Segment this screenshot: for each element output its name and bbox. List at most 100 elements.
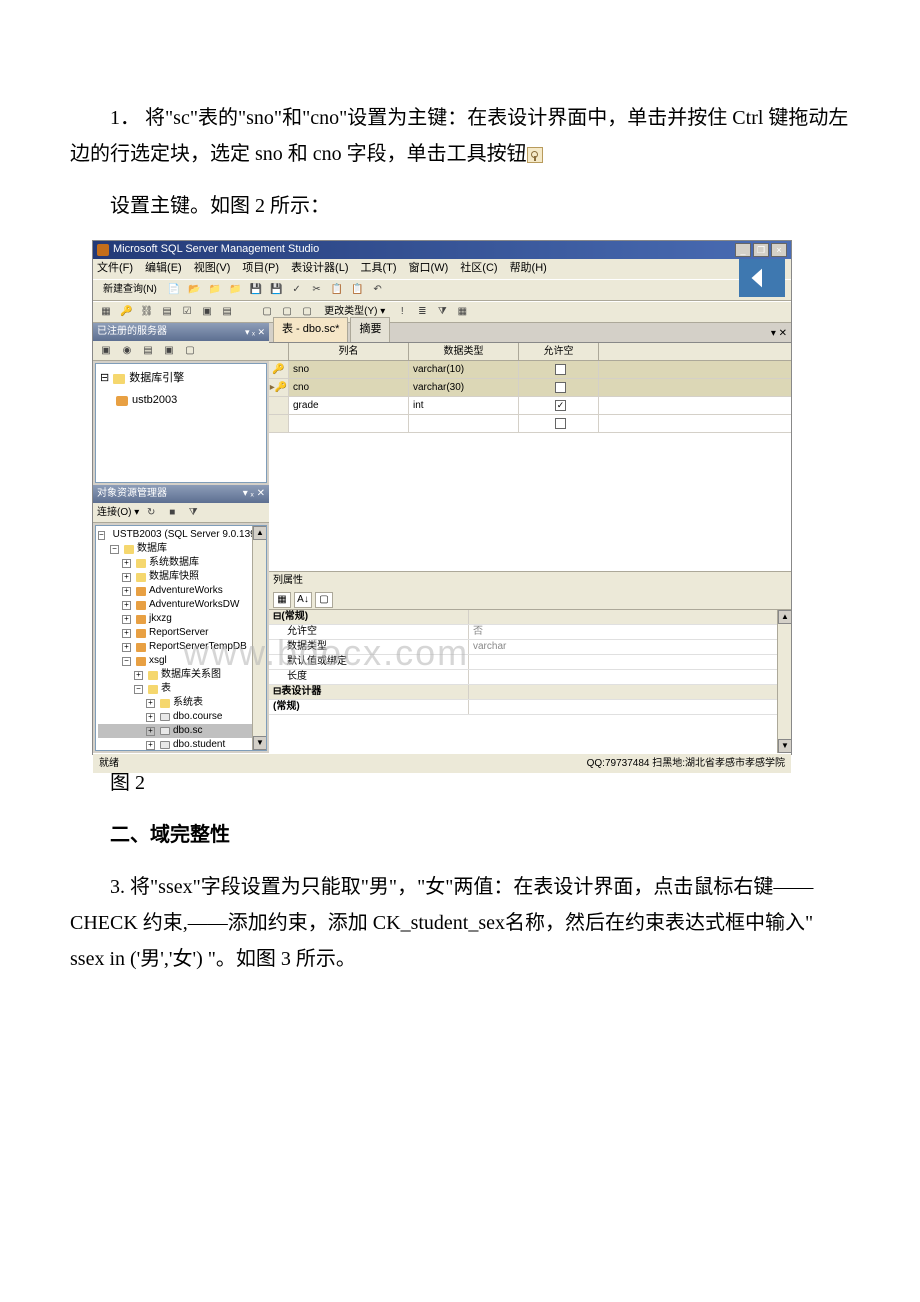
- copy-icon[interactable]: 📋: [328, 281, 346, 299]
- connect-bar: 连接(O) ▾ ↻ ■ ⧩: [93, 503, 269, 523]
- as-icon[interactable]: ◉: [118, 342, 136, 360]
- prop-general2: (常规): [269, 700, 791, 715]
- generate-icon[interactable]: ▦: [97, 303, 115, 321]
- tab-summary[interactable]: 摘要: [350, 317, 390, 342]
- tree-student[interactable]: +dbo.student: [98, 738, 264, 751]
- menu-table-designer[interactable]: 表设计器(L): [291, 259, 348, 279]
- fulltext-icon[interactable]: ▣: [198, 303, 216, 321]
- pin-icon[interactable]: ▾ ₓ ✕: [245, 324, 265, 340]
- pk-icon: 🔑: [272, 361, 284, 379]
- grid-row-empty[interactable]: [269, 415, 791, 433]
- close-button[interactable]: ×: [771, 243, 787, 257]
- null-checkbox[interactable]: [555, 382, 566, 393]
- prop-scrollbar[interactable]: ▲ ▼: [777, 610, 791, 753]
- folder2-icon[interactable]: 📁: [226, 281, 244, 299]
- print-icon[interactable]: ✓: [288, 281, 306, 299]
- tree-course[interactable]: +dbo.course: [98, 710, 264, 724]
- app-logo: [739, 259, 785, 297]
- grid-row-sno[interactable]: 🔑 sno varchar(10): [269, 361, 791, 379]
- tab-close-icon[interactable]: ▾ ✕: [771, 325, 787, 343]
- relationship-icon[interactable]: ⛓: [137, 303, 156, 321]
- tree-diagram[interactable]: +数据库关系图: [98, 668, 264, 682]
- categorized-icon[interactable]: ▦: [273, 592, 291, 608]
- key-icon[interactable]: 🔑: [117, 303, 135, 321]
- filter2-icon[interactable]: ⧩: [184, 504, 202, 522]
- registered-toolbar: ▣ ◉ ▤ ▣ ▢: [93, 341, 269, 361]
- grid-row-cno[interactable]: ▸🔑 cno varchar(30): [269, 379, 791, 397]
- ssms-screenshot: Microsoft SQL Server Management Studio _…: [92, 240, 792, 755]
- is-icon[interactable]: ▣: [160, 342, 178, 360]
- tree-sc[interactable]: +dbo.sc: [98, 724, 264, 738]
- app-icon: [97, 244, 109, 256]
- tree-jkxzg[interactable]: +jkxzg: [98, 612, 264, 626]
- db-engine-icon[interactable]: ▣: [97, 342, 115, 360]
- tree-sysdb[interactable]: +系统数据库: [98, 556, 264, 570]
- tabstrip: 表 - dbo.sc* 摘要 ▾ ✕: [269, 323, 791, 343]
- tree-db-engine[interactable]: ⊟数据库引擎: [100, 368, 262, 390]
- refresh-icon[interactable]: ↻: [142, 504, 160, 522]
- paragraph-1a: 1． 将"sc"表的"sno"和"cno"设置为主键：在表设计界面中，单击并按住…: [70, 100, 850, 172]
- alpha-icon[interactable]: A↓: [294, 592, 312, 608]
- menubar: 文件(F) 编辑(E) 视图(V) 项目(P) 表设计器(L) 工具(T) 窗口…: [93, 259, 791, 279]
- tree-tables[interactable]: −表: [98, 682, 264, 696]
- tree-databases[interactable]: −数据库: [98, 542, 264, 556]
- null-checkbox[interactable]: ✓: [555, 400, 566, 411]
- prop-data-type[interactable]: 数据类型varchar: [269, 640, 791, 655]
- group-icon[interactable]: ▦: [453, 303, 471, 321]
- prop-allow-null[interactable]: 允许空否: [269, 625, 791, 640]
- prop-cat-designer[interactable]: ⊟ 表设计器: [269, 685, 791, 700]
- exec-icon[interactable]: !: [393, 303, 411, 321]
- menu-file[interactable]: 文件(F): [97, 259, 133, 279]
- blank-icon[interactable]: ▢: [315, 592, 333, 608]
- stop-icon[interactable]: ■: [163, 504, 181, 522]
- file-icon[interactable]: 📄: [165, 281, 183, 299]
- pin2-icon[interactable]: ▾ ₓ ✕: [243, 485, 265, 503]
- tree-systables[interactable]: +系统表: [98, 696, 264, 710]
- tree-server[interactable]: −USTB2003 (SQL Server 9.0.1399 - sa): [98, 528, 264, 542]
- check-icon[interactable]: ☑: [178, 303, 196, 321]
- menu-view[interactable]: 视图(V): [194, 259, 231, 279]
- tab-table-sc[interactable]: 表 - dbo.sc*: [273, 317, 348, 342]
- open-icon[interactable]: 📂: [185, 281, 203, 299]
- menu-window[interactable]: 窗口(W): [409, 259, 449, 279]
- filter-icon[interactable]: ⧩: [433, 303, 451, 321]
- mobile-icon[interactable]: ▢: [181, 342, 199, 360]
- tree-scrollbar[interactable]: ▲ ▼: [252, 526, 266, 750]
- toolbar-designer: ▦ 🔑 ⛓ ▤ ☑ ▣ ▤ ▢ ▢ ▢ 更改类型(Y) ▾ ! ≣ ⧩ ▦: [93, 301, 791, 323]
- paste-icon[interactable]: 📋: [348, 281, 366, 299]
- restore-button[interactable]: ❐: [753, 243, 769, 257]
- prop-length[interactable]: 长度: [269, 670, 791, 685]
- new-query-button[interactable]: 新建查询(N): [97, 281, 163, 299]
- folder-icon[interactable]: 📁: [206, 281, 224, 299]
- tree-rst[interactable]: +ReportServerTempDB: [98, 640, 264, 654]
- null-checkbox[interactable]: [555, 418, 566, 429]
- tree-aw[interactable]: +AdventureWorks: [98, 584, 264, 598]
- null-checkbox[interactable]: [555, 364, 566, 375]
- titlebar: Microsoft SQL Server Management Studio _…: [93, 241, 791, 259]
- save-all-icon[interactable]: 💾: [267, 281, 285, 299]
- grid-row-grade[interactable]: grade int ✓: [269, 397, 791, 415]
- menu-help[interactable]: 帮助(H): [510, 259, 547, 279]
- menu-project[interactable]: 项目(P): [242, 259, 279, 279]
- index-icon[interactable]: ▤: [158, 303, 176, 321]
- prop-default[interactable]: 默认值或绑定: [269, 655, 791, 670]
- tree-ustb2003[interactable]: ustb2003: [100, 390, 262, 412]
- tree-awd[interactable]: +AdventureWorksDW: [98, 598, 264, 612]
- menu-community[interactable]: 社区(C): [460, 259, 497, 279]
- menu-edit[interactable]: 编辑(E): [145, 259, 182, 279]
- xml-icon[interactable]: ▤: [218, 303, 236, 321]
- menu-tools[interactable]: 工具(T): [361, 259, 397, 279]
- save-icon[interactable]: 💾: [247, 281, 265, 299]
- cut-icon[interactable]: ✂: [308, 281, 326, 299]
- tree-snapshot[interactable]: +数据库快照: [98, 570, 264, 584]
- sort-icon[interactable]: ≣: [413, 303, 431, 321]
- undo-icon[interactable]: ↶: [369, 281, 387, 299]
- tree-xsgl[interactable]: −xsgl: [98, 654, 264, 668]
- rs-icon[interactable]: ▤: [139, 342, 157, 360]
- tree-rs[interactable]: +ReportServer: [98, 626, 264, 640]
- minimize-button[interactable]: _: [735, 243, 751, 257]
- heading-2: 二、域完整性: [70, 817, 850, 853]
- connect-button[interactable]: 连接(O) ▾: [97, 504, 139, 522]
- prop-cat-general[interactable]: ⊟ (常规): [269, 610, 791, 625]
- column-properties: 列属性 ▦ A↓ ▢ ⊟ (常规) 允许空否 数据类型varchar 默认值或绑…: [269, 571, 791, 753]
